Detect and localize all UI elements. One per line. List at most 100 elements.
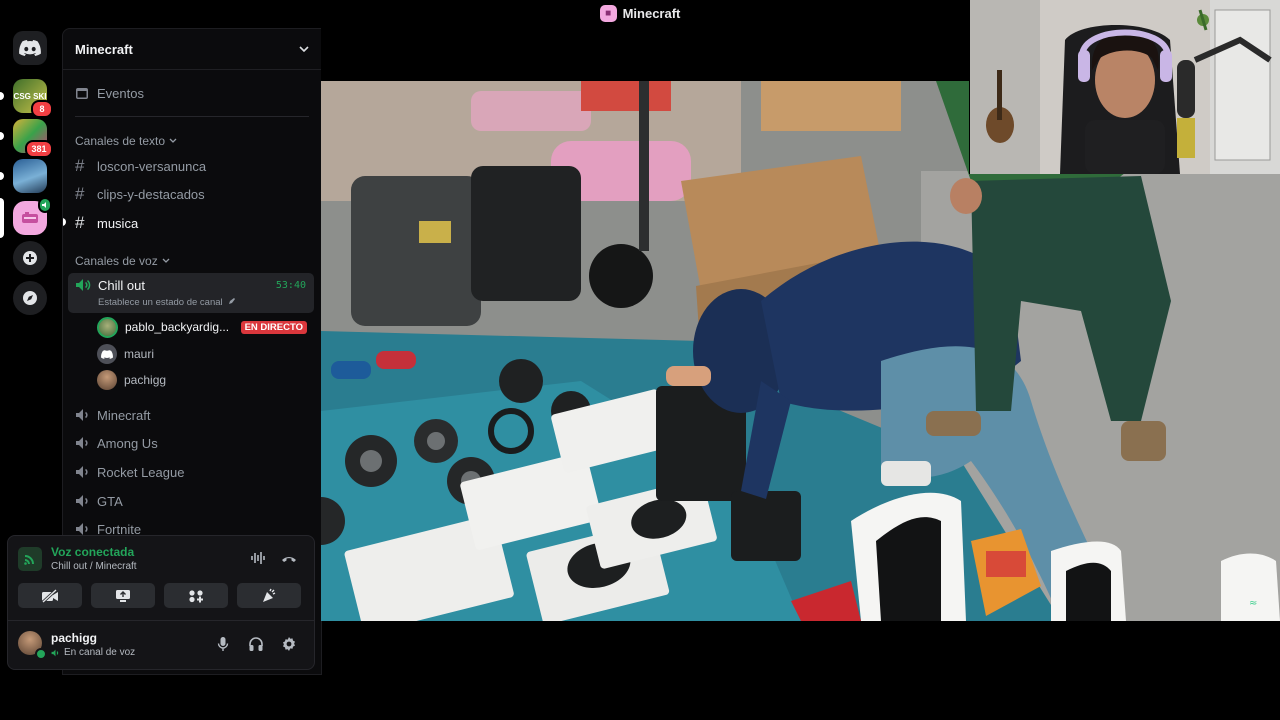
set-channel-status[interactable]: Establece un estado de canal [98,297,236,308]
activities-icon [189,589,203,602]
voice-channel-gta[interactable]: GTA [68,488,314,514]
window-title: Minecraft [622,5,681,21]
voice-user[interactable]: pachigg [97,368,307,392]
channel-label: musica [97,215,139,231]
speaker-icon [75,522,97,536]
discover-button[interactable] [13,281,47,315]
soundboard-icon [263,588,276,602]
voice-channels-category[interactable]: Canales de voz [75,254,170,268]
calendar-icon [75,86,97,100]
voice-channel-chill-out[interactable]: Chill out 53:40 Establece un estado de c… [68,273,314,313]
selected-indicator [0,198,4,238]
user-status-text: En canal de voz [64,647,136,658]
avatar [97,344,117,364]
signal-icon[interactable] [18,547,42,571]
live-badge: EN DIRECTO [240,320,307,334]
headphones-icon[interactable] [248,636,264,657]
activities-button[interactable] [164,583,228,608]
events-label: Eventos [97,85,144,101]
server-colorful[interactable]: 381 [0,119,53,158]
status-hint: Establece un estado de canal [98,297,223,308]
voice-channel-rocket-league[interactable]: Rocket League [68,459,314,485]
speaker-icon [75,278,91,297]
voice-user[interactable]: pablo_backyardig... EN DIRECTO [97,315,307,339]
text-channel-loscon-versanunca[interactable]: # loscon-versanunca [68,153,314,179]
hashtag-icon: # [75,213,85,232]
mention-badge: 8 [31,100,53,118]
speaker-icon [75,436,97,450]
stream-header-area [321,28,970,81]
unread-indicator [0,132,4,140]
voice-connected-badge [38,197,52,213]
user-name: pachigg [51,631,98,645]
disconnect-icon[interactable] [281,552,297,570]
screen-share-icon [116,589,130,602]
toggle-camera-button[interactable] [18,583,82,608]
channel-label: GTA [97,493,123,509]
pencil-icon [229,298,236,304]
speaker-icon [75,465,97,479]
compass-icon [23,291,37,305]
channel-label: Among Us [97,435,158,451]
voice-channel-among-us[interactable]: Among Us [68,430,314,456]
voice-user-name: pablo_backyardig... [125,320,230,334]
text-channels-category[interactable]: Canales de texto [75,134,177,148]
unread-indicator [0,172,4,180]
channel-label: loscon-versanunca [97,158,207,174]
channel-label: Minecraft [97,407,151,423]
speaker-icon [75,408,97,422]
text-channel-clips-y-destacados[interactable]: # clips-y-destacados [68,181,314,207]
discord-home-button[interactable] [13,31,47,65]
unread-indicator [63,218,66,226]
discord-logo-icon [19,40,41,56]
events-item[interactable]: Eventos [68,80,314,106]
voice-channel-name: Chill out [98,278,145,293]
plus-icon [23,251,37,265]
server-game-art[interactable] [0,159,47,193]
server-csgo-skins[interactable]: CSG SKI 8 [0,79,53,118]
avatar [97,316,118,338]
add-server-button[interactable] [13,241,47,275]
chevron-down-icon [169,138,177,143]
voice-user[interactable]: mauri [97,342,307,366]
hashtag-icon: # [75,156,85,175]
online-status-indicator [35,648,47,660]
unread-indicator [0,92,4,100]
user-status: En canal de voz [51,647,135,658]
voice-connection-panel: Voz conectada Chill out / Minecraft pach… [7,535,315,670]
channel-label: Rocket League [97,464,185,480]
server-header[interactable]: Minecraft [63,29,321,70]
svg-text:≈: ≈ [1249,598,1257,609]
settings-gear-icon[interactable] [281,636,297,657]
text-channel-musica[interactable]: # musica [68,210,314,236]
webcam-overlay[interactable] [969,0,1280,174]
voice-location[interactable]: Chill out / Minecraft [51,561,137,572]
microphone-icon[interactable] [217,636,229,657]
divider [75,116,309,117]
mention-badge: 381 [25,140,53,158]
camera-off-icon [41,588,58,603]
server-minecraft-selected[interactable] [0,197,52,238]
discord-logo-icon [101,349,113,359]
minecraft-server-icon: ■ [599,4,617,22]
voice-channel-minecraft[interactable]: Minecraft [68,402,314,428]
category-label: Canales de texto [75,134,166,148]
divider [8,620,314,621]
soundboard-button[interactable] [237,583,301,608]
voice-user-name: pachigg [124,373,167,387]
webcam-feed [970,0,1280,174]
minecraft-pink-server-icon [22,212,38,223]
speaker-icon [51,649,59,656]
speaker-icon [75,494,97,508]
chevron-down-icon [162,258,170,263]
avatar [97,370,117,390]
noise-suppression-icon[interactable] [250,551,266,570]
hashtag-icon: # [75,184,85,203]
voice-user-name: mauri [124,347,155,361]
channel-label: clips-y-destacados [97,186,205,202]
category-label: Canales de voz [75,254,158,268]
chevron-down-icon [299,46,309,52]
share-screen-button[interactable] [91,583,155,608]
voice-status: Voz conectada [51,545,135,559]
call-timer: 53:40 [275,280,306,291]
